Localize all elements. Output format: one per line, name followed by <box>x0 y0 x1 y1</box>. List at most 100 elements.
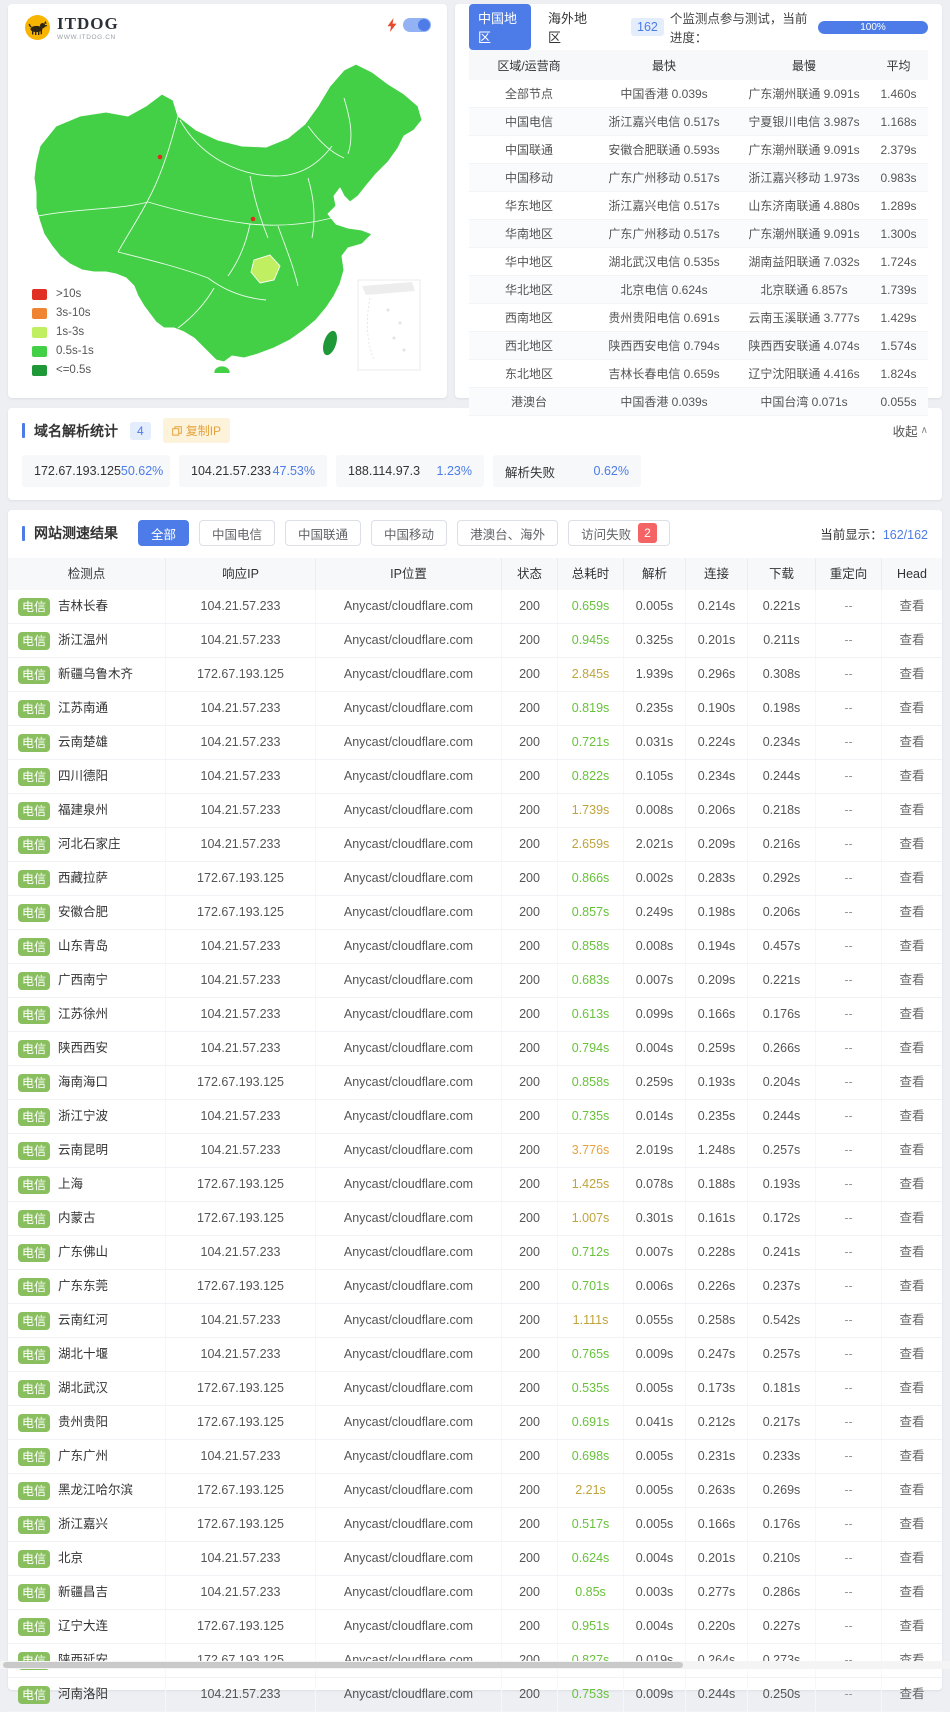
view-link[interactable]: 查看 <box>899 599 924 613</box>
view-link[interactable]: 查看 <box>899 1075 924 1089</box>
result-row: 电信上海172.67.193.125Anycast/cloudflare.com… <box>8 1168 942 1202</box>
filter-button[interactable]: 中国联通 <box>285 520 361 546</box>
region-table-row: 华中地区湖北武汉电信 0.535s湖南益阳联通 7.032s1.724s <box>469 248 928 276</box>
region-cell-avg: 1.824s <box>869 367 928 381</box>
result-cell-location: 电信江苏南通 <box>8 692 166 725</box>
legend-label: <=0.5s <box>56 364 91 376</box>
map-mode-toggle[interactable] <box>403 18 431 32</box>
result-row: 电信河北石家庄104.21.57.233Anycast/cloudflare.c… <box>8 828 942 862</box>
result-row: 电信浙江宁波104.21.57.233Anycast/cloudflare.co… <box>8 1100 942 1134</box>
result-cell-ip-location: Anycast/cloudflare.com <box>316 1542 502 1575</box>
result-row: 电信内蒙古172.67.193.125Anycast/cloudflare.co… <box>8 1202 942 1236</box>
view-link[interactable]: 查看 <box>899 1041 924 1055</box>
result-cell-ip-location: Anycast/cloudflare.com <box>316 726 502 759</box>
view-link[interactable]: 查看 <box>899 973 924 987</box>
view-link[interactable]: 查看 <box>899 1449 924 1463</box>
filter-label: 访问失败 <box>581 524 631 543</box>
result-cell-status: 200 <box>502 1372 558 1405</box>
view-link[interactable]: 查看 <box>899 769 924 783</box>
tab-china-region[interactable]: 中国地区 <box>469 4 531 50</box>
result-cell-redirect: -- <box>816 862 882 895</box>
view-link[interactable]: 查看 <box>899 1211 924 1225</box>
view-link[interactable]: 查看 <box>899 1279 924 1293</box>
view-link[interactable]: 查看 <box>899 803 924 817</box>
view-link[interactable]: 查看 <box>899 1585 924 1599</box>
result-cell-total-time: 0.721s <box>558 726 624 759</box>
view-link[interactable]: 查看 <box>899 1619 924 1633</box>
result-cell-connect: 0.296s <box>686 658 748 691</box>
tab-overseas-region[interactable]: 海外地区 <box>539 4 601 50</box>
region-cell-slowest: 广东潮州联通 9.091s <box>739 225 869 242</box>
carrier-badge: 电信 <box>18 836 50 854</box>
view-link[interactable]: 查看 <box>899 905 924 919</box>
view-link[interactable]: 查看 <box>899 1483 924 1497</box>
result-cell-connect: 0.277s <box>686 1576 748 1609</box>
filter-label: 中国联通 <box>298 524 348 543</box>
result-cell-head: 查看 <box>882 1406 942 1439</box>
view-link[interactable]: 查看 <box>899 1109 924 1123</box>
view-link[interactable]: 查看 <box>899 633 924 647</box>
view-link[interactable]: 查看 <box>899 667 924 681</box>
filter-button[interactable]: 港澳台、海外 <box>457 520 558 546</box>
filter-button[interactable]: 中国电信 <box>199 520 275 546</box>
result-cell-connect: 1.248s <box>686 1134 748 1167</box>
view-link[interactable]: 查看 <box>899 871 924 885</box>
view-link[interactable]: 查看 <box>899 1245 924 1259</box>
result-row: 电信四川德阳104.21.57.233Anycast/cloudflare.co… <box>8 760 942 794</box>
view-link[interactable]: 查看 <box>899 1177 924 1191</box>
view-link[interactable]: 查看 <box>899 1381 924 1395</box>
legend-item: 3s-10s <box>32 307 94 319</box>
result-cell-redirect: -- <box>816 1610 882 1643</box>
result-cell-location: 电信福建泉州 <box>8 794 166 827</box>
result-cell-ip: 172.67.193.125 <box>166 1066 316 1099</box>
location-name: 浙江嘉兴 <box>58 1518 108 1531</box>
filter-button[interactable]: 访问失败2 <box>568 520 670 546</box>
view-link[interactable]: 查看 <box>899 1313 924 1327</box>
result-cell-download: 0.176s <box>748 1508 816 1541</box>
result-cell-connect: 0.259s <box>686 1032 748 1065</box>
results-table-header: 检测点 响应IP IP位置 状态 总耗时 解析 连接 下载 重定向 Head <box>8 558 942 590</box>
view-link[interactable]: 查看 <box>899 939 924 953</box>
result-cell-ip-location: Anycast/cloudflare.com <box>316 1270 502 1303</box>
result-cell-connect: 0.173s <box>686 1372 748 1405</box>
view-link[interactable]: 查看 <box>899 1517 924 1531</box>
result-cell-download: 0.181s <box>748 1372 816 1405</box>
result-cell-resolve: 0.009s <box>624 1678 686 1711</box>
region-cell-fastest: 安徽合肥联通 0.593s <box>589 141 739 158</box>
view-link[interactable]: 查看 <box>899 735 924 749</box>
view-link[interactable]: 查看 <box>899 701 924 715</box>
region-table-row: 全部节点中国香港 0.039s广东潮州联通 9.091s1.460s <box>469 80 928 108</box>
view-link[interactable]: 查看 <box>899 1007 924 1021</box>
result-cell-total-time: 0.866s <box>558 862 624 895</box>
region-cell-region: 华北地区 <box>469 281 589 298</box>
view-link[interactable]: 查看 <box>899 837 924 851</box>
result-cell-redirect: -- <box>816 760 882 793</box>
dns-stat-box: 172.67.193.12550.62% <box>22 455 170 487</box>
region-cell-region: 中国联通 <box>469 141 589 158</box>
carrier-badge: 电信 <box>18 1210 50 1228</box>
result-cell-location: 电信广西南宁 <box>8 964 166 997</box>
view-link[interactable]: 查看 <box>899 1415 924 1429</box>
result-cell-status: 200 <box>502 794 558 827</box>
result-cell-status: 200 <box>502 1508 558 1541</box>
filter-button[interactable]: 全部 <box>138 520 189 546</box>
result-cell-redirect: -- <box>816 1202 882 1235</box>
view-link[interactable]: 查看 <box>899 1687 924 1701</box>
view-link[interactable]: 查看 <box>899 1551 924 1565</box>
view-link[interactable]: 查看 <box>899 1347 924 1361</box>
collapse-button[interactable]: 收起 ∧ <box>893 421 928 440</box>
view-link[interactable]: 查看 <box>899 1143 924 1157</box>
horizontal-scrollbar <box>0 1661 950 1669</box>
filter-button[interactable]: 中国移动 <box>371 520 447 546</box>
result-cell-download: 0.286s <box>748 1576 816 1609</box>
copy-ip-button[interactable]: 复制IP <box>163 418 230 443</box>
result-cell-status: 200 <box>502 1236 558 1269</box>
location-name: 北京 <box>58 1552 83 1565</box>
legend-label: 0.5s-1s <box>56 345 94 357</box>
result-cell-total-time: 0.712s <box>558 1236 624 1269</box>
result-cell-location: 电信广东东莞 <box>8 1270 166 1303</box>
scrollbar-thumb[interactable] <box>3 1662 683 1668</box>
result-cell-connect: 0.244s <box>686 1678 748 1711</box>
result-cell-connect: 0.214s <box>686 590 748 623</box>
result-cell-head: 查看 <box>882 1542 942 1575</box>
